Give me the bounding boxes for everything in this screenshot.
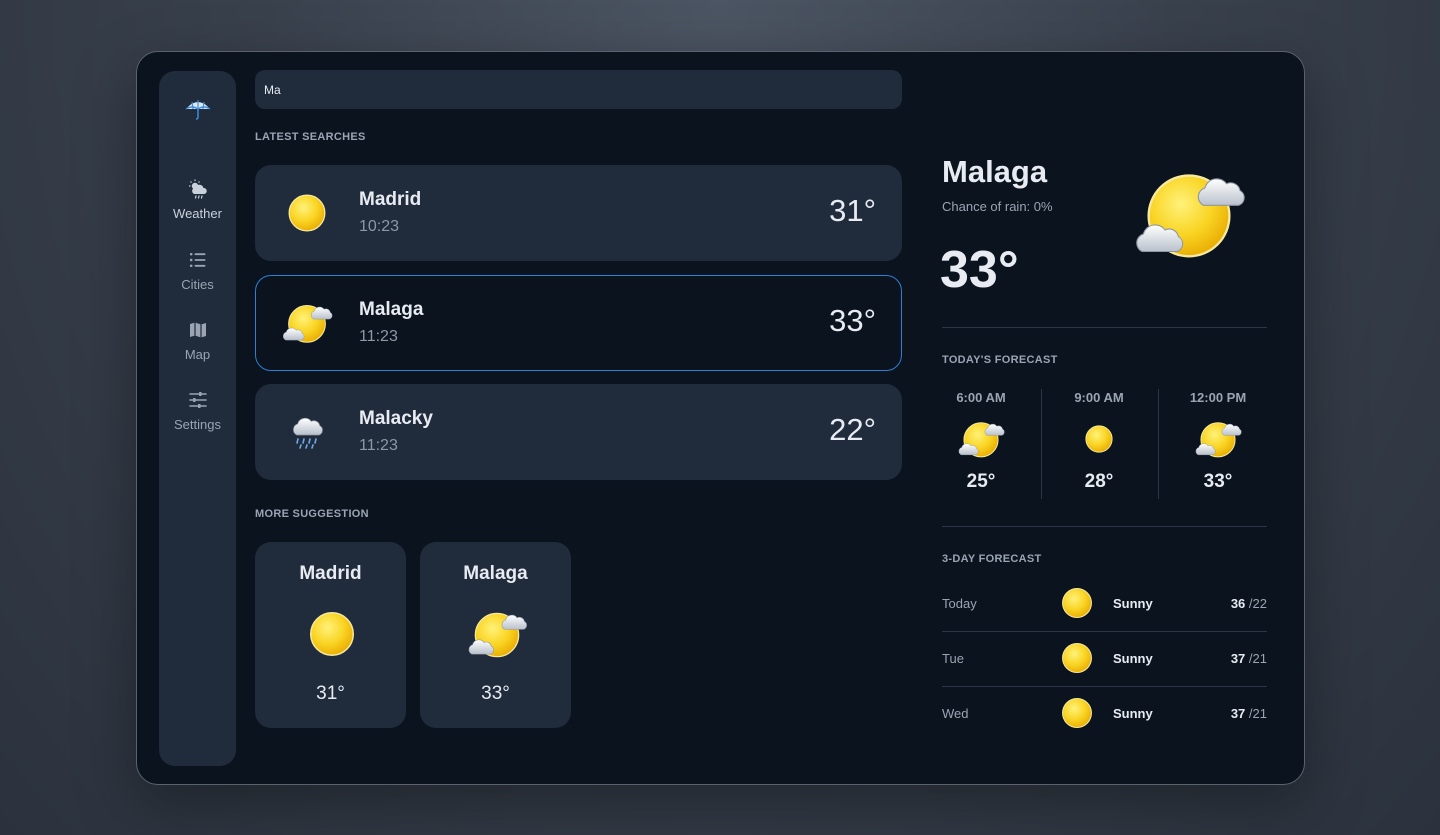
hour-forecast: 12:00 PM 33° — [1159, 390, 1277, 500]
day-temps: 36 /22 — [1231, 596, 1267, 611]
more-suggestion-title: MORE SUGGESTION — [255, 508, 369, 520]
sun-cloud-icon — [464, 604, 530, 664]
hour-time: 12:00 PM — [1189, 390, 1247, 405]
map-icon — [189, 322, 206, 338]
sun-icon — [288, 194, 326, 232]
city-name: Malacky — [359, 408, 433, 429]
three-day-forecast-title: 3-DAY FORECAST — [942, 553, 1042, 565]
hour-forecast: 6:00 AM 25° — [922, 390, 1040, 500]
app-window: Weather Cities Map Settings Ma LATEST SE… — [136, 51, 1305, 785]
suggestion-card-madrid[interactable]: Madrid 31° — [255, 542, 406, 728]
day-forecast-row: Tue Sunny 37 /21 — [942, 632, 1267, 687]
city-name: Malaga — [359, 299, 424, 320]
sidebar-item-map[interactable]: Map — [159, 319, 236, 379]
latest-searches-title: LATEST SEARCHES — [255, 131, 366, 143]
city-name: Madrid — [359, 189, 422, 210]
day-temps: 37 /21 — [1231, 651, 1267, 666]
sidebar-item-label: Weather — [173, 206, 222, 221]
sun-cloud-icon — [279, 297, 335, 349]
divider — [942, 327, 1267, 328]
sun-icon — [1085, 425, 1113, 453]
search-input[interactable] — [255, 70, 902, 109]
sidebar-item-label: Settings — [174, 417, 221, 432]
suggestion-name: Madrid — [299, 563, 362, 584]
sidebar-item-cities[interactable]: Cities — [159, 249, 236, 309]
city-time: 11:23 — [359, 437, 398, 454]
sun-icon — [1062, 698, 1092, 728]
suggestion-name: Malaga — [463, 563, 528, 584]
day-high: 36 — [1230, 596, 1246, 611]
sun-cloud-icon — [1192, 417, 1244, 461]
divider — [942, 526, 1267, 527]
day-name: Tue — [942, 651, 964, 666]
suggestion-temp: 31° — [316, 683, 345, 704]
current-temp: 33° — [940, 241, 1019, 299]
sun-icon — [310, 612, 354, 656]
sliders-icon — [188, 392, 207, 408]
city-temp: 22° — [829, 412, 876, 447]
city-card-madrid[interactable]: Madrid 10:23 31° — [255, 165, 902, 261]
day-high: 37 — [1230, 706, 1246, 721]
city-card-malacky[interactable]: Malacky 11:23 22° — [255, 384, 902, 480]
sidebar-item-label: Cities — [181, 277, 214, 292]
hour-temp: 28° — [1084, 471, 1114, 492]
rain-chance: Chance of rain: 0% — [942, 199, 1053, 214]
sidebar-item-settings[interactable]: Settings — [159, 389, 236, 449]
todays-forecast-title: TODAY'S FORECAST — [942, 354, 1058, 366]
day-temps: 37 /21 — [1231, 706, 1267, 721]
day-low: /22 — [1248, 596, 1267, 611]
sun-cloud-icon — [1125, 164, 1253, 264]
day-forecast-row: Today Sunny 36 /22 — [942, 577, 1267, 632]
hour-time: 9:00 AM — [1074, 390, 1124, 405]
city-time: 11:23 — [359, 328, 398, 345]
hour-temp: 33° — [1203, 471, 1233, 492]
sun-icon — [1062, 588, 1092, 618]
day-low: /21 — [1248, 706, 1267, 721]
current-city-name: Malaga — [942, 154, 1048, 189]
hour-forecast: 9:00 AM 28° — [1040, 390, 1158, 500]
sidebar-item-label: Map — [184, 347, 211, 362]
suggestion-card-malaga[interactable]: Malaga 33° — [420, 542, 571, 728]
city-temp: 33° — [829, 303, 876, 338]
list-icon — [189, 253, 205, 267]
hour-temp: 25° — [966, 471, 996, 492]
day-low: /21 — [1248, 651, 1267, 666]
cloud-sun-rain-icon — [188, 179, 207, 199]
city-temp: 31° — [829, 193, 876, 228]
day-name: Wed — [942, 706, 969, 721]
sun-icon — [1062, 643, 1092, 673]
day-forecast-row: Wed Sunny 37 /21 — [942, 687, 1267, 742]
sun-cloud-icon — [955, 417, 1007, 461]
city-card-malaga[interactable]: Malaga 11:23 33° — [255, 275, 902, 371]
city-time: 10:23 — [359, 218, 400, 235]
day-name: Today — [942, 596, 977, 611]
day-condition: Sunny — [1113, 706, 1153, 721]
sidebar: Weather Cities Map Settings — [159, 71, 236, 766]
day-condition: Sunny — [1113, 596, 1153, 611]
sidebar-item-weather[interactable]: Weather — [159, 178, 236, 238]
umbrella-icon[interactable] — [184, 98, 212, 120]
day-high: 37 — [1230, 651, 1246, 666]
suggestion-temp: 33° — [481, 683, 510, 704]
hour-time: 6:00 AM — [956, 390, 1006, 405]
cloud-rain-icon — [279, 406, 335, 458]
day-condition: Sunny — [1113, 651, 1153, 666]
